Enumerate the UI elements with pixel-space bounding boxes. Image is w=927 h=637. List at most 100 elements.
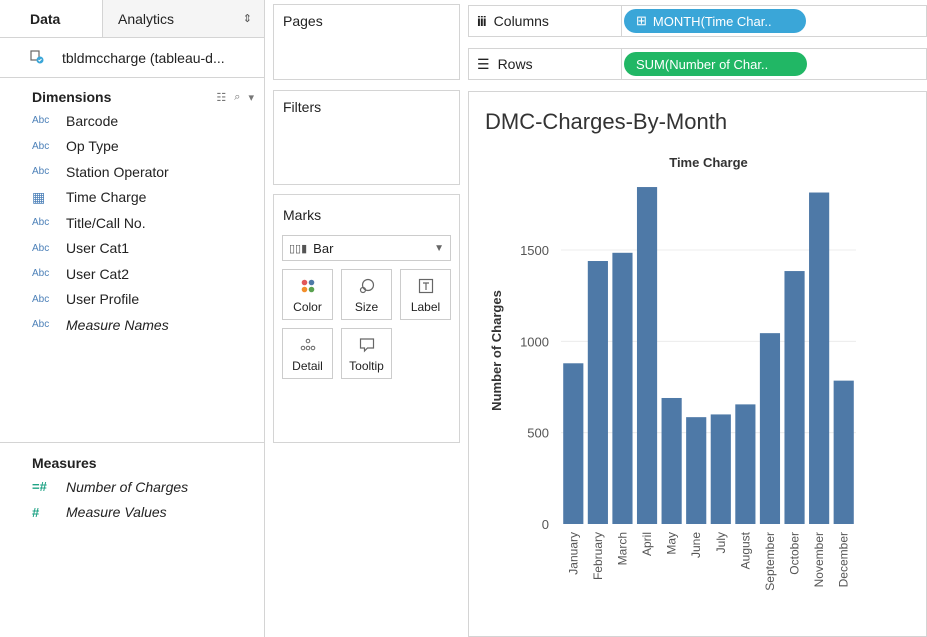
columns-pill[interactable]: ⊞ MONTH(Time Char.. (624, 9, 806, 33)
rows-pill-label: SUM(Number of Char.. (636, 56, 769, 72)
bar-chart-icon: ▯▯▮ (289, 242, 308, 255)
string-type-icon: Abc (32, 293, 50, 305)
dimension-field-name: Op Type (66, 138, 119, 155)
string-type-icon: Abc (32, 268, 50, 280)
dimension-field[interactable]: Abc Op Type (0, 134, 264, 160)
chart-column-title: Time Charge (669, 155, 748, 170)
tab-analytics-label: Analytics (118, 10, 175, 27)
pages-title: Pages (283, 13, 323, 29)
rows-shelf[interactable]: ☰ Rows SUM(Number of Char.. (468, 48, 927, 80)
x-tick-label: July (714, 532, 728, 553)
x-tick-label: October (788, 532, 802, 575)
dimensions-list: Abc Barcode Abc Op Type Abc Station Operator ▦… (0, 108, 264, 338)
measures-label: Measures (32, 455, 97, 471)
measures-list: =# Number of Charges # Measure Values (0, 474, 265, 525)
label-label: Label (410, 299, 441, 314)
measure-type-icon: # (32, 504, 40, 520)
rows-pill[interactable]: SUM(Number of Char.. (624, 52, 807, 76)
datasource-name: tbldmccharge (tableau-d... (62, 49, 225, 66)
rows-icon: ☰ (477, 55, 490, 72)
search-icon[interactable]: ⌕ (234, 91, 240, 104)
bar-december (833, 380, 854, 524)
columns-shelf[interactable]: iii Columns ⊞ MONTH(Time Char.. (468, 5, 927, 37)
tooltip-button[interactable]: Tooltip (341, 328, 392, 379)
bar-january (563, 363, 584, 524)
calendar-icon: ▦ (32, 188, 46, 205)
dimension-field[interactable]: Abc User Cat1 (0, 236, 264, 262)
detail-label: Detail (292, 358, 323, 373)
dimension-field-name: Measure Names (66, 316, 169, 333)
bar-july (710, 414, 731, 524)
columns-icon: iii (477, 13, 487, 29)
dimension-field[interactable]: Abc User Profile (0, 287, 264, 313)
bar-february (587, 261, 608, 524)
x-tick-label: November (812, 532, 826, 587)
string-type-icon: Abc (32, 140, 50, 152)
measure-field-name: Measure Values (66, 504, 167, 521)
string-type-icon: Abc (32, 115, 50, 127)
x-tick-label: August (738, 531, 752, 569)
columns-label: Columns (493, 13, 549, 29)
view-canvas[interactable]: DMC-Charges-By-Month Time Charge Number o… (468, 91, 927, 637)
color-icon (301, 276, 315, 296)
dimension-field-name: Barcode (66, 112, 119, 129)
datasource-item[interactable]: tbldmccharge (tableau-d... (0, 38, 264, 78)
x-tick-label: May (665, 532, 679, 555)
x-tick-label: February (591, 532, 605, 580)
dimension-field-name: User Profile (66, 291, 140, 308)
detail-button[interactable]: Detail (282, 328, 333, 379)
string-type-icon: Abc (32, 242, 50, 254)
dimension-field-name: User Cat1 (66, 240, 130, 257)
detail-icon (300, 335, 316, 355)
rows-label: Rows (497, 56, 533, 72)
rows-shelf-label: ☰ Rows (469, 49, 622, 79)
measure-field[interactable]: =# Number of Charges (0, 474, 265, 500)
tab-data[interactable]: Data (0, 0, 103, 37)
dimensions-header: Dimensions ☷ ⌕ ▾ (0, 86, 264, 108)
bar-september (759, 333, 781, 524)
label-button[interactable]: Label (400, 269, 451, 320)
bar-november (809, 192, 830, 524)
dimension-field[interactable]: ▦ Time Charge (0, 185, 264, 211)
x-tick-label: December (837, 532, 851, 587)
color-button[interactable]: Color (282, 269, 333, 320)
dimension-field-name: Time Charge (66, 189, 147, 206)
bar-april (636, 187, 658, 524)
color-label: Color (293, 299, 322, 314)
tooltip-icon (359, 335, 375, 355)
label-icon (418, 276, 434, 296)
dimension-field[interactable]: Abc Title/Call No. (0, 210, 264, 236)
mark-type-dropdown[interactable]: ▯▯▮ Bar ▼ (282, 235, 451, 261)
dimension-field[interactable]: Abc Barcode (0, 108, 264, 134)
dimensions-label: Dimensions (32, 89, 112, 105)
pages-shelf[interactable]: Pages (273, 4, 460, 80)
x-tick-label: March (615, 532, 629, 565)
dimension-field-name: Title/Call No. (66, 214, 146, 231)
dimension-field[interactable]: Abc User Cat2 (0, 261, 264, 287)
string-type-icon: Abc (32, 166, 50, 178)
bar-august (735, 404, 756, 524)
size-button[interactable]: Size (341, 269, 392, 320)
bar-october (784, 271, 805, 524)
sort-arrows-icon[interactable]: ⇕ (243, 12, 252, 25)
y-tick-label: 1500 (520, 243, 549, 258)
section-divider (0, 442, 265, 443)
tab-analytics[interactable]: Analytics ⇕ (103, 0, 264, 37)
filters-title: Filters (283, 99, 322, 115)
measure-field-name: Number of Charges (66, 478, 189, 495)
dimension-field[interactable]: Abc Measure Names (0, 312, 264, 338)
bar-may (661, 397, 682, 524)
data-pane: Data Analytics ⇕ tbldmccharge (tableau-d… (0, 0, 265, 637)
expand-icon: ⊞ (636, 13, 647, 28)
measure-field[interactable]: # Measure Values (0, 500, 265, 526)
mark-type-value: Bar (313, 240, 334, 256)
dimension-field[interactable]: Abc Station Operator (0, 159, 264, 185)
string-type-icon: Abc (32, 319, 50, 331)
chevron-down-icon[interactable]: ▾ (248, 91, 254, 104)
x-tick-label: September (763, 532, 777, 591)
list-view-icon[interactable]: ☷ (216, 91, 226, 104)
x-tick-label: April (640, 532, 654, 556)
filters-shelf[interactable]: Filters (273, 90, 460, 185)
pane-tabs: Data Analytics ⇕ (0, 0, 264, 38)
measures-header: Measures (0, 452, 265, 474)
